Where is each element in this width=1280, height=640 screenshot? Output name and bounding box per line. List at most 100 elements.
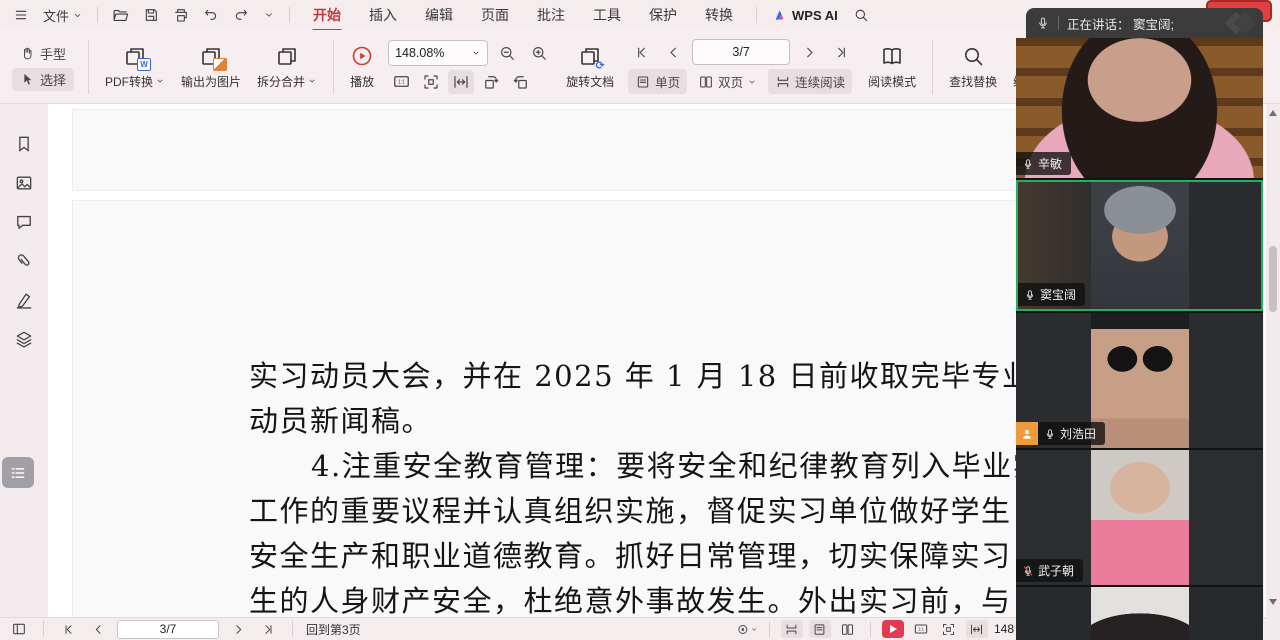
zoom-out-icon [498, 44, 516, 62]
search-icon [853, 7, 869, 23]
single-page-toggle[interactable] [809, 620, 831, 638]
single-page-mode-button[interactable]: 单页 [628, 69, 687, 94]
view-options-button[interactable] [736, 620, 758, 638]
video-tile[interactable]: 辛敏 [1016, 38, 1263, 178]
undo-button[interactable] [198, 4, 224, 26]
wps-ai-button[interactable]: WPS AI [766, 7, 844, 23]
chevron-down-icon [750, 625, 758, 634]
previous-page-button[interactable] [660, 40, 686, 64]
play-label: 播放 [350, 73, 374, 90]
fit-width-button[interactable] [966, 620, 988, 638]
fit-page-button[interactable] [418, 70, 444, 94]
tab-comment[interactable]: 批注 [523, 0, 579, 30]
select-tool-label: 选择 [40, 70, 66, 89]
first-page-button[interactable] [628, 40, 654, 64]
hand-icon [20, 46, 35, 61]
select-tool-button[interactable]: 选择 [12, 68, 74, 91]
first-page-button[interactable] [57, 620, 79, 638]
fit-width-button[interactable] [448, 70, 474, 94]
book-icon [880, 44, 904, 68]
fit-width-icon [969, 622, 984, 637]
tab-protect[interactable]: 保护 [635, 0, 691, 30]
tab-edit[interactable]: 编辑 [411, 0, 467, 30]
tab-page[interactable]: 页面 [467, 0, 523, 30]
image-panel-button[interactable] [14, 173, 34, 193]
signature-panel-button[interactable] [14, 290, 34, 310]
chevron-down-icon [263, 9, 275, 21]
back-to-page-button[interactable]: 回到第3页 [306, 621, 361, 638]
read-mode-label: 阅读模式 [868, 73, 916, 90]
actual-size-button[interactable] [910, 620, 932, 638]
read-mode-button[interactable]: 阅读模式 [868, 44, 916, 90]
file-menu-button[interactable]: 文件 [38, 3, 88, 28]
print-button[interactable] [168, 4, 194, 26]
tab-home[interactable]: 开始 [299, 0, 355, 30]
output-as-image-button[interactable]: 输出为图片 [181, 44, 241, 90]
table-of-contents-button[interactable] [2, 457, 34, 488]
rotate-document-button[interactable]: ⟳ 旋转文档 [566, 44, 614, 90]
continuous-read-button[interactable]: 连续阅读 [768, 69, 852, 94]
page-indicator: 3/7 [160, 622, 177, 636]
chevron-down-icon [747, 77, 757, 87]
hand-tool-button[interactable]: 手型 [12, 42, 74, 65]
find-replace-button[interactable]: 查找替换 [949, 44, 997, 90]
layers-panel-button[interactable] [14, 329, 34, 349]
play-button[interactable]: 播放 [350, 44, 374, 90]
double-page-mode-button[interactable]: 双页 [691, 69, 764, 94]
search-button[interactable] [848, 4, 874, 26]
mic-icon [1044, 428, 1056, 440]
bookmark-panel-button[interactable] [14, 134, 34, 154]
play-circle-icon [350, 44, 374, 68]
next-page-button[interactable] [227, 620, 249, 638]
rotate-right-button[interactable] [508, 70, 534, 94]
scroll-down-arrow[interactable] [1269, 599, 1277, 605]
page-indicator-input[interactable]: 3/7 [692, 39, 790, 65]
video-feed [1091, 587, 1189, 640]
video-tile[interactable]: 武子朝 [1016, 450, 1263, 585]
divider [932, 40, 933, 94]
fit-page-icon [941, 622, 956, 637]
output-as-image-label: 输出为图片 [181, 73, 241, 90]
zoom-in-button[interactable] [526, 41, 552, 65]
last-page-button[interactable] [828, 40, 854, 64]
play-triangle-icon [890, 625, 897, 633]
tab-convert[interactable]: 转换 [691, 0, 747, 30]
rotate-left-button[interactable] [478, 70, 504, 94]
zoom-out-button[interactable] [494, 41, 520, 65]
video-tile-active-speaker[interactable]: 窦宝阔 [1016, 180, 1263, 311]
video-tile[interactable]: 刘浩田 [1016, 313, 1263, 448]
meeting-panel-header[interactable]: 正在讲话： 窦宝阔; [1026, 8, 1263, 38]
scrollbar-thumb[interactable] [1269, 246, 1277, 312]
quick-access-dropdown[interactable] [258, 6, 280, 24]
open-file-button[interactable] [107, 4, 134, 27]
participant-name: 辛敏 [1038, 155, 1062, 172]
save-button[interactable] [138, 4, 164, 26]
split-merge-button[interactable]: 拆分合并 [257, 44, 317, 90]
find-replace-icon [961, 44, 985, 68]
presentation-play-button[interactable] [882, 620, 904, 638]
fit-page-button[interactable] [938, 620, 960, 638]
double-page-toggle[interactable] [837, 620, 859, 638]
previous-page-button[interactable] [87, 620, 109, 638]
video-tile-partial[interactable] [1016, 587, 1263, 640]
sidebar-toggle-button[interactable] [8, 620, 30, 638]
main-menu-button[interactable] [8, 4, 34, 26]
layers-icon [14, 329, 34, 349]
mic-icon [1036, 16, 1050, 30]
comment-panel-button[interactable] [14, 212, 34, 232]
first-page-icon [633, 44, 650, 61]
continuous-read-toggle[interactable] [781, 620, 803, 638]
attachment-panel-button[interactable] [14, 251, 34, 271]
document-scrollbar[interactable] [1266, 104, 1280, 640]
redo-button[interactable] [228, 4, 254, 26]
actual-size-button[interactable] [388, 70, 414, 94]
meeting-panel: 正在讲话： 窦宝阔; 辛敏 窦宝阔 [1016, 0, 1266, 640]
page-indicator-input[interactable]: 3/7 [117, 620, 219, 639]
scroll-up-arrow[interactable] [1269, 110, 1277, 116]
zoom-level-dropdown[interactable]: 148.08% [388, 40, 488, 66]
tab-tools[interactable]: 工具 [579, 0, 635, 30]
next-page-button[interactable] [796, 40, 822, 64]
last-page-button[interactable] [257, 620, 279, 638]
pdf-convert-button[interactable]: W PDF转换 [105, 44, 165, 90]
tab-insert[interactable]: 插入 [355, 0, 411, 30]
